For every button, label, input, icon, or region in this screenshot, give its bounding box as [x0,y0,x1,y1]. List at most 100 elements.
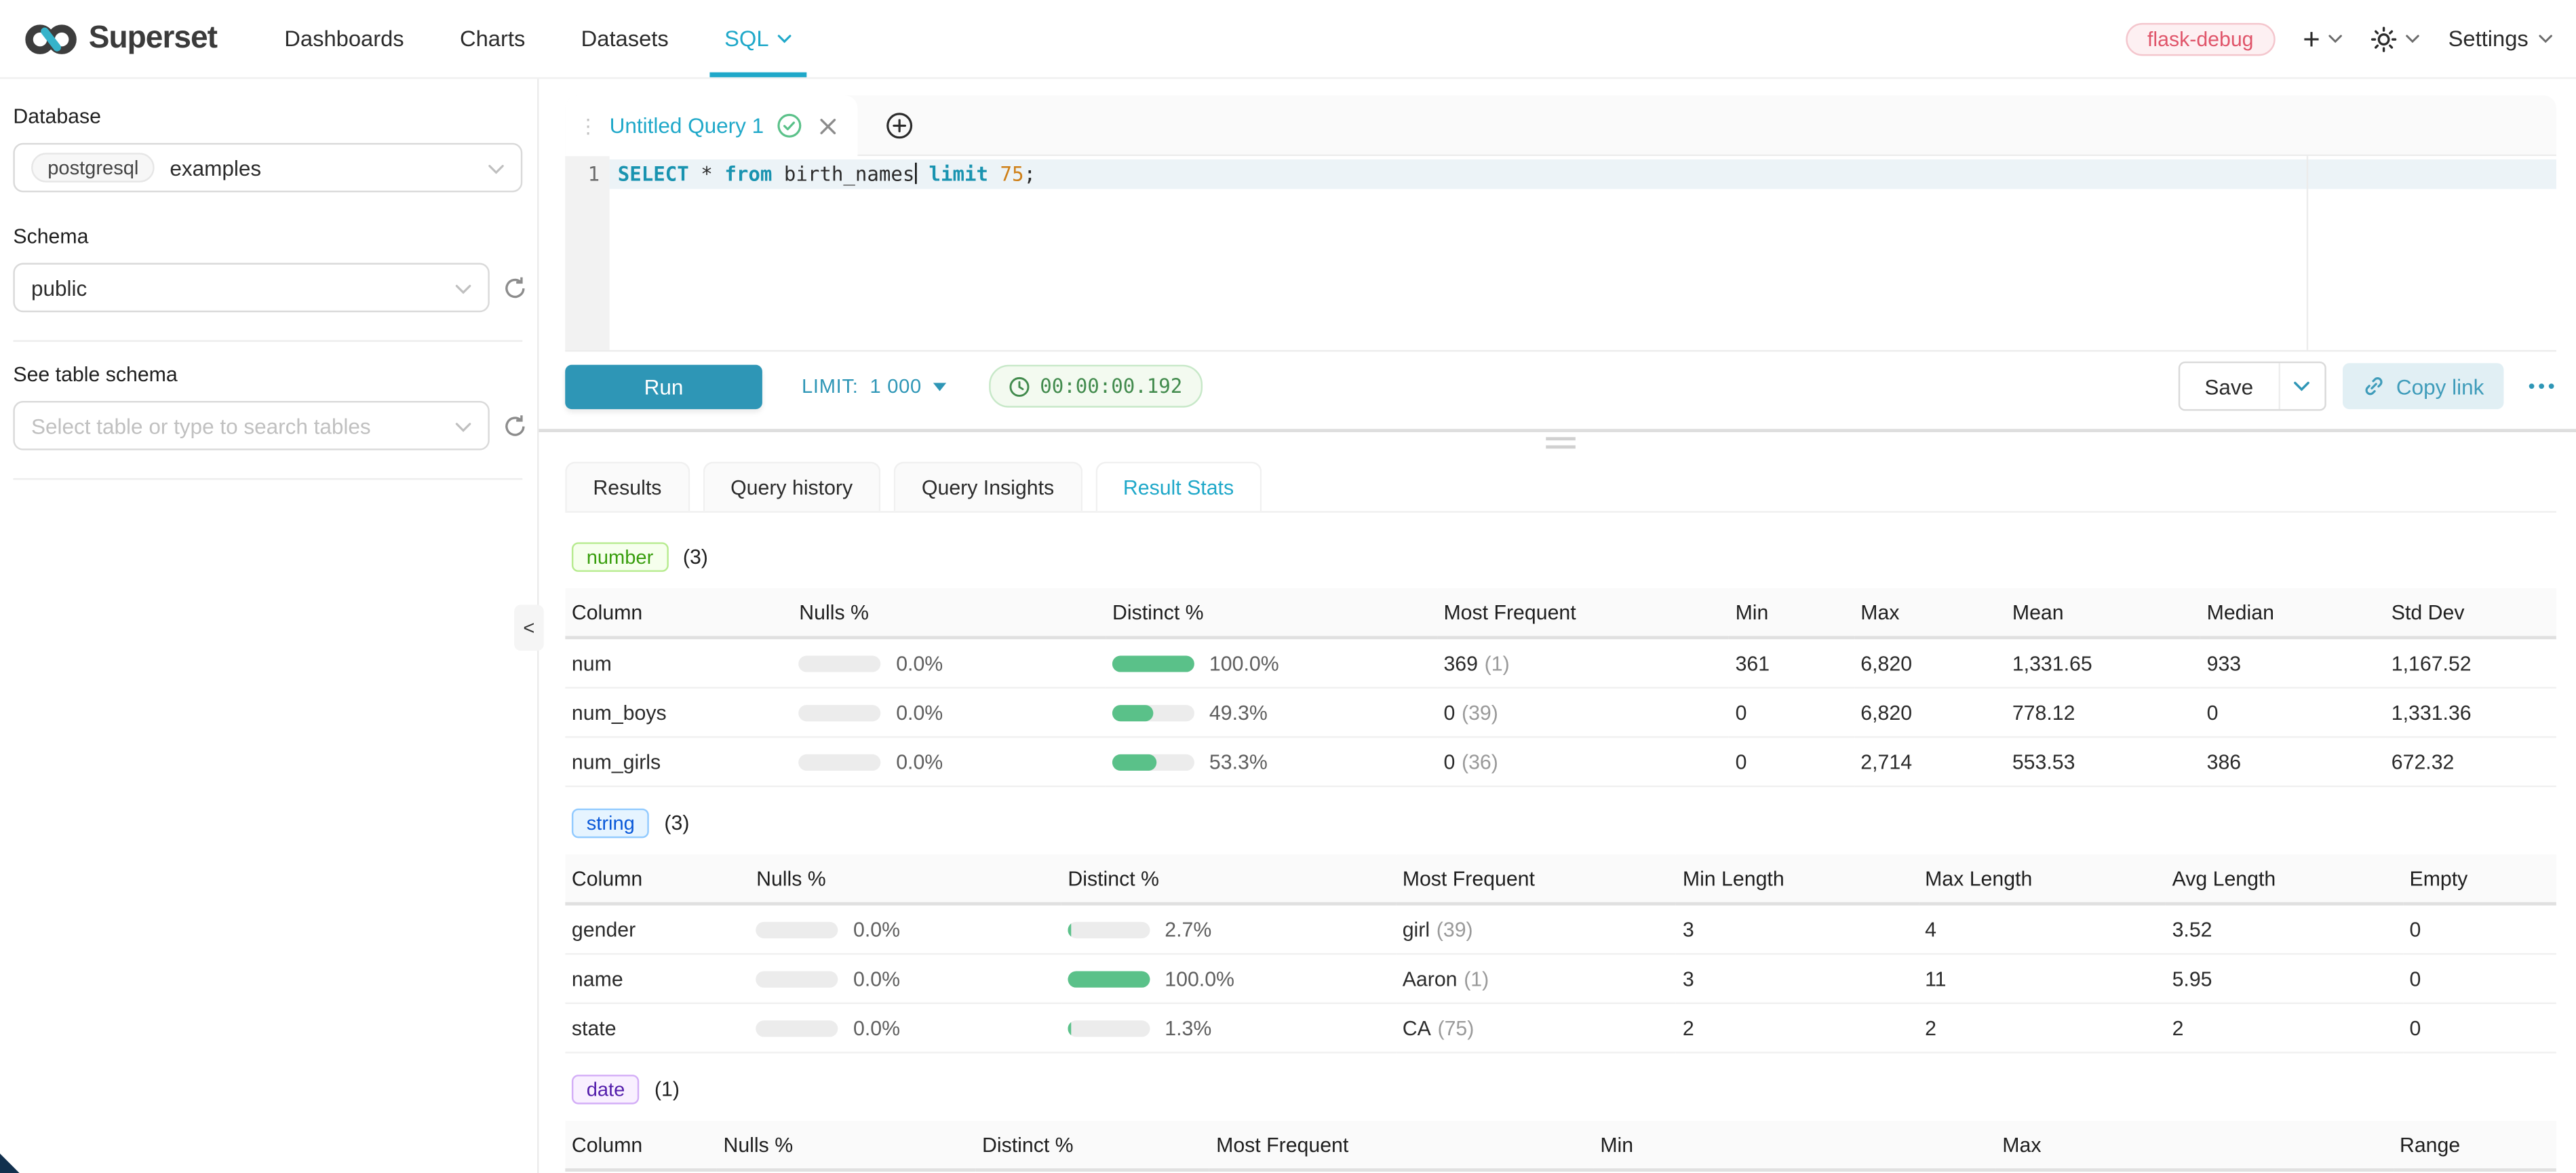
column-header[interactable]: Distinct % [975,1121,1209,1170]
schema-select[interactable]: public [13,263,489,313]
drag-handle-icon[interactable]: ⋮ [579,116,597,136]
query-tab[interactable]: ⋮ Untitled Query 1 [565,95,857,156]
most-frequent-count: (1) [1464,967,1489,990]
most-frequent-cell: girl(39) [1396,904,1676,954]
section-count: (3) [683,545,708,569]
column-header[interactable]: Most Frequent [1209,1121,1593,1170]
column-header[interactable]: Column [565,855,749,904]
limit-dropdown[interactable]: LIMIT: 1 000 [802,374,946,398]
stat-value-cell: 0 [1729,737,1854,786]
nulls-pct-label: 0.0% [853,967,900,990]
column-header[interactable]: Min [1729,588,1854,638]
theme-toggle-button[interactable] [2371,26,2421,52]
nulls-progress-bar [756,922,838,938]
collapse-sidebar-button[interactable]: < [514,604,544,651]
new-query-tab-button[interactable] [885,111,913,138]
results-tab-results[interactable]: Results [565,462,689,512]
save-button[interactable]: Save [2180,363,2280,409]
column-header[interactable]: Range [2393,1121,2556,1170]
column-header[interactable]: Avg Length [2166,855,2403,904]
column-header[interactable]: Std Dev [2385,588,2556,638]
refresh-schemas-button[interactable] [503,275,527,300]
column-header[interactable]: Mean [2006,588,2200,638]
type-tag[interactable]: date [572,1075,640,1104]
line-number: 1 [565,159,600,189]
column-header[interactable]: Most Frequent [1437,588,1729,638]
table-select[interactable]: Select table or type to search tables [13,401,489,450]
progress-fill [1112,706,1153,722]
most-frequent-value: CA [1403,1016,1431,1039]
section-header: string(3) [572,809,2556,839]
chevron-down-icon [455,275,471,300]
column-header[interactable]: Min [1594,1121,1996,1170]
nav-menu: DashboardsCharts Datasets SQL [256,0,819,77]
nulls-cell: 0.0% [749,904,1061,954]
nav-item-datasets[interactable]: Datasets [553,0,696,77]
column-header[interactable]: Max [1854,588,2006,638]
column-header[interactable]: Distinct % [1061,855,1396,904]
nulls-pct-label: 0.0% [896,701,943,724]
distinct-cell: 100.0% [1061,954,1396,1003]
stats-section-string: string(3) ColumnNulls %Distinct %Most Fre… [565,809,2556,1054]
editor-code-area[interactable]: SELECT * from birth_names limit 75; [610,156,2556,350]
results-tab-bar: Results Query history Query Insights Result… [565,462,2556,513]
run-query-button[interactable]: Run [565,364,762,408]
column-name-cell: state [565,1003,749,1053]
type-tag[interactable]: number [572,542,668,572]
sidebar-divider [13,340,522,341]
results-tab-query-history[interactable]: Query history [703,462,880,512]
navbar-right: flask-debug + Settings [2126,0,2554,77]
schema-label: Schema [13,225,537,248]
new-item-button[interactable]: + [2303,24,2343,54]
nav-item-label: Datasets [581,26,669,51]
distinct-progress-bar [1068,1021,1150,1037]
mouse-cursor [0,1153,20,1172]
results-tab-query-insights[interactable]: Query Insights [894,462,1082,512]
column-header[interactable]: Most Frequent [1396,855,1676,904]
pane-resize-handle[interactable] [1546,437,1576,452]
database-select[interactable]: postgresql examples [13,143,522,193]
stat-value-cell: 6,820 [1854,688,2006,737]
superset-infinity-icon [23,19,79,58]
settings-label: Settings [2448,26,2529,51]
column-header[interactable]: Empty [2403,855,2556,904]
sqllab-main-panel: ⋮ Untitled Query 1 [539,79,2576,1173]
chevron-down-icon [2538,34,2553,44]
stat-value-cell: 5.95 [2166,954,2403,1003]
limit-value: 1 000 [870,374,922,398]
code-token: birth_names [772,163,914,186]
refresh-tables-button[interactable] [503,413,527,438]
nav-item-charts[interactable]: Charts [432,0,553,77]
nulls-pct-label: 0.0% [853,918,900,941]
column-name-cell: ds [565,1170,717,1173]
column-header[interactable]: Max [1996,1121,2394,1170]
results-tab-result-stats[interactable]: Result Stats [1095,462,1262,512]
timer-value: 00:00:00.192 [1040,374,1182,398]
code-line-content: SELECT * from birth_names limit 75; [610,156,2556,189]
column-header[interactable]: Column [565,1121,717,1170]
sql-editor[interactable]: 1 SELECT * from birth_names limit 75; [565,156,2556,351]
column-header[interactable]: Max Length [1918,855,2166,904]
column-header[interactable]: Nulls % [793,588,1106,638]
column-header[interactable]: Distinct % [1106,588,1437,638]
close-tab-icon[interactable] [820,117,836,134]
ellipsis-icon [2526,381,2556,391]
column-header[interactable]: Nulls % [749,855,1061,904]
nav-item-sql[interactable]: SQL [697,0,820,77]
column-header[interactable]: Min Length [1676,855,1918,904]
superset-logo[interactable]: Superset [23,0,217,77]
more-menu-button[interactable] [2526,381,2556,391]
save-options-button[interactable] [2280,363,2324,409]
settings-menu[interactable]: Settings [2448,26,2553,51]
type-tag[interactable]: string [572,809,650,839]
app-root: Superset DashboardsCharts Datasets SQL fla… [0,0,2576,1172]
column-header[interactable]: Nulls % [717,1121,976,1170]
copy-link-button[interactable]: Copy link [2342,363,2504,409]
column-header[interactable]: Median [2200,588,2385,638]
nav-item-dashboards[interactable]: Dashboards [256,0,432,77]
table-select-placeholder: Select table or type to search tables [31,413,371,438]
nulls-progress-bar [756,1021,838,1037]
stat-value-cell: 3 [1676,954,1918,1003]
column-header[interactable]: Column [565,588,792,638]
stat-value-cell: 778.12 [2006,688,2200,737]
